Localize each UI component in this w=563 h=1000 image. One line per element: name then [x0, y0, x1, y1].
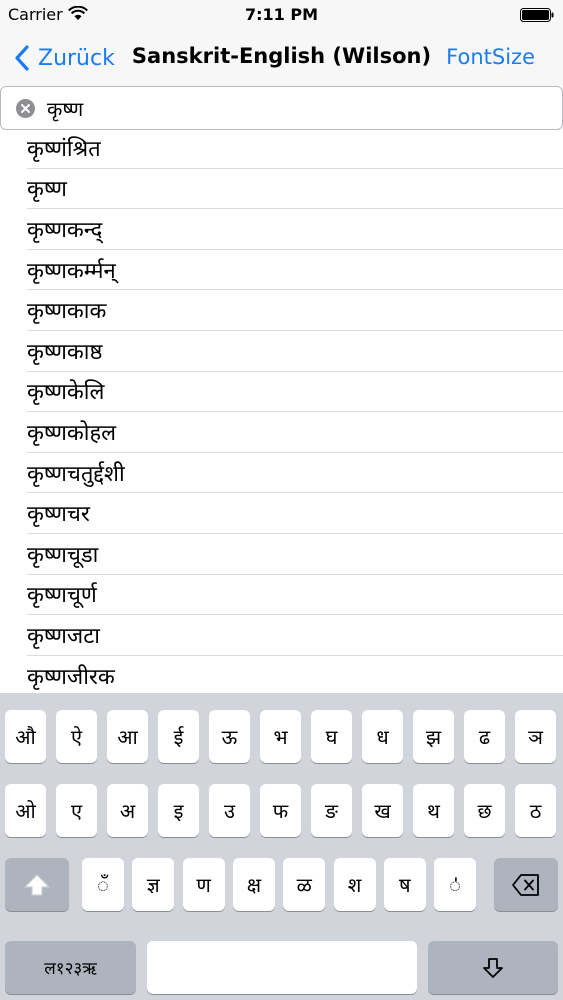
backspace-icon [512, 873, 539, 896]
letter-key[interactable]: ष [383, 858, 426, 911]
mode-switch-key[interactable]: ल१२३ऋ [5, 941, 136, 994]
fontsize-button[interactable]: FontSize [446, 45, 535, 69]
status-bar: Carrier 7:11 PM [0, 0, 563, 30]
letter-key[interactable]: ध [362, 710, 403, 763]
clear-icon[interactable] [16, 99, 35, 118]
list-item[interactable]: कृष्णकर्म्मन् [27, 250, 563, 291]
navigation-bar: Zurück Sanskrit-English (Wilson) FontSiz… [0, 30, 563, 86]
list-item[interactable]: कृष्णकेलि [27, 372, 563, 413]
letter-key[interactable]: ऊ [209, 710, 250, 763]
list-item[interactable]: कृष्ण [27, 169, 563, 210]
keyboard-dismiss-icon [483, 957, 503, 978]
list-item[interactable]: कृष्णचर [27, 493, 563, 534]
letter-key[interactable]: ज्ञ [132, 858, 175, 911]
letter-key[interactable]: भ [260, 710, 301, 763]
letter-key[interactable]: अ [107, 784, 148, 837]
letter-key[interactable]: औ [5, 710, 46, 763]
letter-key[interactable]: फ [260, 784, 301, 837]
letter-key[interactable]: ई [158, 710, 199, 763]
letter-key[interactable]: श [333, 858, 376, 911]
space-key[interactable] [147, 941, 417, 994]
letter-key[interactable]: ँ [82, 858, 124, 911]
letter-key[interactable]: ळ [283, 858, 326, 911]
list-item[interactable]: कृष्णकोहल [27, 412, 563, 453]
letter-key[interactable]: ढ [464, 710, 505, 763]
letter-key[interactable]: ठ [515, 784, 556, 837]
list-item[interactable]: कृष्णकाष्ठ [27, 331, 563, 372]
shift-key[interactable] [5, 858, 69, 911]
list-item[interactable]: कृष्णजीरक [27, 656, 563, 693]
letter-key[interactable]: ङ [311, 784, 352, 837]
keyboard: ल१२३ऋ औ ऐ आ ई ऊ भ घ ध झ ढ ञ ओ ए अ इ उ फ ङ ख थ छ ठँ ज्ञ ण क्ष ळ श षऺ [0, 693, 563, 1000]
letter-key[interactable]: ए [56, 784, 97, 837]
chevron-left-icon [15, 45, 29, 71]
list-item[interactable]: कृष्णंश्रित [27, 128, 563, 169]
list-item[interactable]: कृष्णकाक [27, 290, 563, 331]
list-item[interactable]: कृष्णचूडा [27, 534, 563, 575]
letter-key[interactable]: थ [413, 784, 454, 837]
list-item[interactable]: कृष्णचूर्ण [27, 575, 563, 616]
list-item[interactable]: कृष्णचतुर्द्दशी [27, 453, 563, 494]
dismiss-keyboard-key[interactable] [428, 941, 558, 994]
backspace-key[interactable] [494, 858, 558, 911]
letter-key[interactable]: ख [362, 784, 403, 837]
letter-key[interactable]: ओ [5, 784, 46, 837]
letter-key[interactable]: छ [464, 784, 505, 837]
letter-key[interactable]: ञ [515, 710, 556, 763]
letter-key[interactable]: झ [413, 710, 454, 763]
letter-key[interactable]: आ [107, 710, 148, 763]
back-button[interactable]: Zurück [14, 40, 115, 76]
letter-key[interactable]: उ [209, 784, 250, 837]
letter-key[interactable]: ऐ [56, 710, 97, 763]
status-time: 7:11 PM [244, 5, 318, 24]
search-input[interactable] [47, 93, 547, 123]
results-list: कृष्णंश्रित कृष्ण कृष्णकन्द् कृष्णकर्म्मन् क… [0, 128, 563, 693]
list-item[interactable]: कृष्णकन्द् [27, 209, 563, 250]
search-bar [0, 86, 563, 130]
list-item[interactable]: कृष्णजटा [27, 615, 563, 656]
battery-icon [520, 8, 554, 22]
letter-key[interactable]: क्ष [232, 858, 275, 911]
letter-key[interactable]: घ [311, 710, 352, 763]
shift-icon [24, 873, 50, 896]
letter-key[interactable]: इ [158, 784, 199, 837]
letter-key[interactable]: ऺ [434, 858, 477, 911]
letter-key[interactable]: ण [182, 858, 225, 911]
back-button-label: Zurück [38, 45, 115, 71]
